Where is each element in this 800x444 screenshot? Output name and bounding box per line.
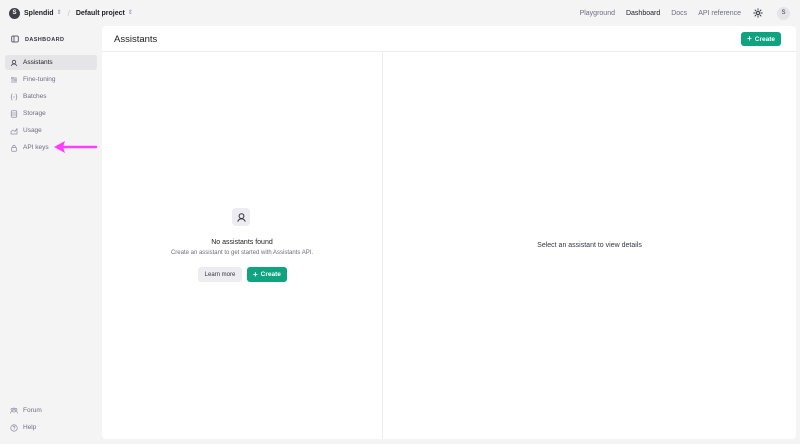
- assistant-icon: [10, 59, 18, 67]
- empty-state-title: No assistants found: [211, 239, 273, 246]
- sidebar-item-forum[interactable]: Forum: [5, 403, 97, 418]
- org-avatar: S: [9, 7, 20, 19]
- top-nav: Playground Dashboard Docs API reference …: [580, 0, 800, 26]
- plus-icon: +: [253, 269, 258, 279]
- create-button-label: Create: [260, 271, 281, 278]
- project-name: Default project: [75, 9, 125, 17]
- header-divider: [102, 51, 796, 52]
- sidebar-item-label: Fine-tuning: [23, 76, 56, 83]
- annotation-arrow-icon: [54, 141, 98, 153]
- batches-icon: [10, 93, 18, 101]
- breadcrumb-separator: /: [67, 8, 70, 18]
- lock-icon: [10, 144, 18, 152]
- panel-toggle-icon[interactable]: [11, 35, 19, 45]
- nav-playground[interactable]: Playground: [580, 10, 615, 17]
- create-button[interactable]: + Create: [741, 32, 781, 46]
- learn-more-button[interactable]: Learn more: [198, 267, 242, 282]
- org-switcher[interactable]: S Splendid ⇕: [9, 7, 62, 19]
- storage-icon: [10, 109, 18, 118]
- sidebar-header-label: DASHBOARD: [25, 37, 65, 43]
- sidebar-item-label: Assistants: [23, 59, 53, 66]
- nav-docs[interactable]: Docs: [671, 10, 687, 17]
- user-avatar[interactable]: S: [777, 6, 790, 20]
- sidebar-item-batches[interactable]: Batches: [5, 89, 97, 104]
- gear-icon[interactable]: [753, 8, 763, 18]
- main-panel: Assistants + Create No assistants found …: [102, 26, 796, 439]
- sidebar-item-usage[interactable]: Usage: [5, 123, 97, 138]
- sidebar-item-label: Storage: [23, 110, 46, 117]
- help-icon: [10, 423, 18, 432]
- sidebar-header[interactable]: DASHBOARD: [11, 35, 64, 45]
- usage-icon: [10, 127, 18, 135]
- sidebar-item-label: Forum: [23, 407, 42, 414]
- assistant-icon: [232, 208, 250, 226]
- org-name: Splendid: [24, 9, 54, 17]
- create-button-label: Create: [754, 35, 775, 43]
- page-title: Assistants: [114, 34, 158, 45]
- sidebar: DASHBOARD Assistants Fine-tuning Batches…: [0, 26, 102, 444]
- chevron-updown-icon: ⇕: [127, 10, 133, 16]
- sidebar-item-fine-tuning[interactable]: Fine-tuning: [5, 72, 97, 87]
- empty-create-button[interactable]: + Create: [247, 267, 287, 282]
- chevron-updown-icon: ⇕: [56, 10, 62, 16]
- project-switcher[interactable]: Default project ⇕: [76, 10, 133, 17]
- nav-dashboard[interactable]: Dashboard: [626, 10, 660, 17]
- sidebar-item-label: API keys: [23, 144, 49, 151]
- plus-icon: +: [747, 34, 752, 43]
- top-bar: S Splendid ⇕ / Default project ⇕ Playgro…: [0, 0, 800, 26]
- empty-state-subtitle: Create an assistant to get started with …: [170, 250, 314, 256]
- sidebar-item-storage[interactable]: Storage: [5, 106, 97, 121]
- sidebar-item-assistants[interactable]: Assistants: [5, 55, 97, 70]
- sidebar-item-help[interactable]: Help: [5, 420, 97, 435]
- sidebar-item-label: Help: [23, 424, 37, 431]
- fine-tuning-icon: [10, 76, 18, 84]
- nav-api-reference[interactable]: API reference: [698, 10, 741, 17]
- forum-icon: [10, 407, 18, 415]
- sidebar-item-label: Usage: [23, 127, 42, 134]
- sidebar-item-label: Batches: [23, 93, 47, 100]
- detail-placeholder: Select an assistant to view details: [537, 242, 642, 249]
